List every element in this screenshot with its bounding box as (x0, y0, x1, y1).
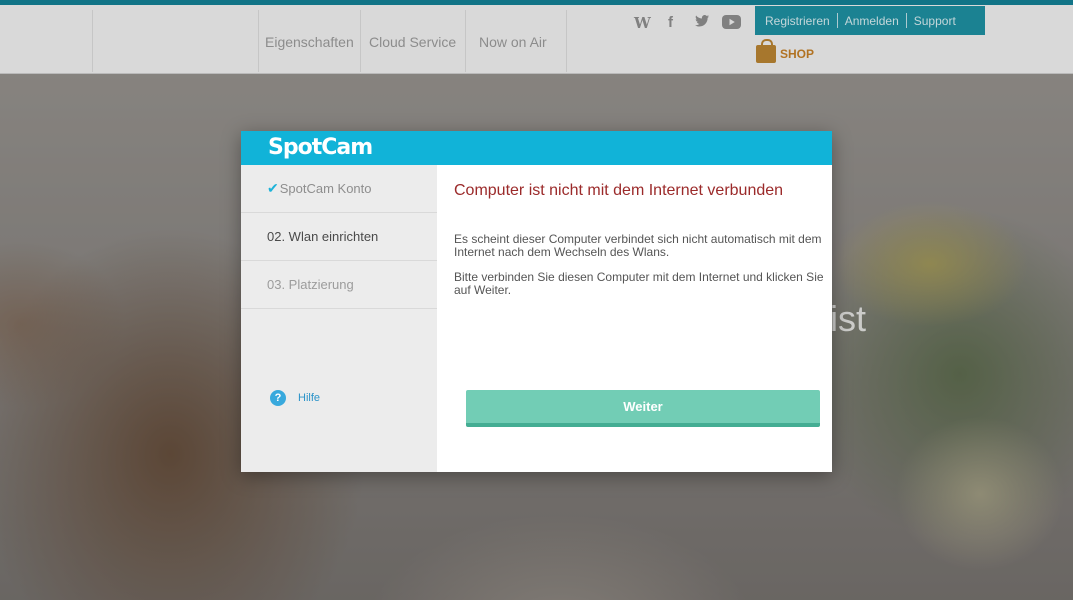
step-platzierung: 03. Platzierung (241, 261, 437, 309)
hero-headline-fragment: ist (830, 298, 866, 339)
help-icon: ? (270, 390, 286, 406)
dialog-title: Computer ist nicht mit dem Internet verb… (454, 182, 784, 199)
spotcam-logo: SpotCam (268, 135, 373, 160)
top-navigation: Eigenschaften Cloud Service Now on Air W… (0, 0, 1073, 74)
weiter-button[interactable]: Weiter (466, 390, 820, 427)
step-spotcam-konto: ✔ SpotCam Konto (241, 165, 437, 213)
dialog-instruction: Bitte verbinden Sie diesen Computer mit … (454, 270, 824, 297)
topbar-overlay (0, 0, 1073, 74)
help-link[interactable]: ? Hilfe (270, 390, 320, 406)
dialog-header: SpotCam (241, 131, 832, 165)
setup-dialog: SpotCam ✔ SpotCam Konto 02. Wlan einrich… (241, 131, 832, 472)
checkmark-icon: ✔ (267, 180, 279, 196)
step-label: SpotCam Konto (279, 181, 372, 196)
step-label: 03. Platzierung (267, 277, 354, 292)
step-wlan-einrichten: 02. Wlan einrichten (241, 213, 437, 261)
dialog-content: Computer ist nicht mit dem Internet verb… (437, 165, 832, 472)
step-label: 02. Wlan einrichten (267, 229, 379, 244)
dialog-message: Es scheint dieser Computer verbindet sic… (454, 232, 822, 259)
help-label: Hilfe (298, 392, 321, 404)
setup-steps-sidebar: ✔ SpotCam Konto 02. Wlan einrichten 03. … (241, 165, 437, 472)
